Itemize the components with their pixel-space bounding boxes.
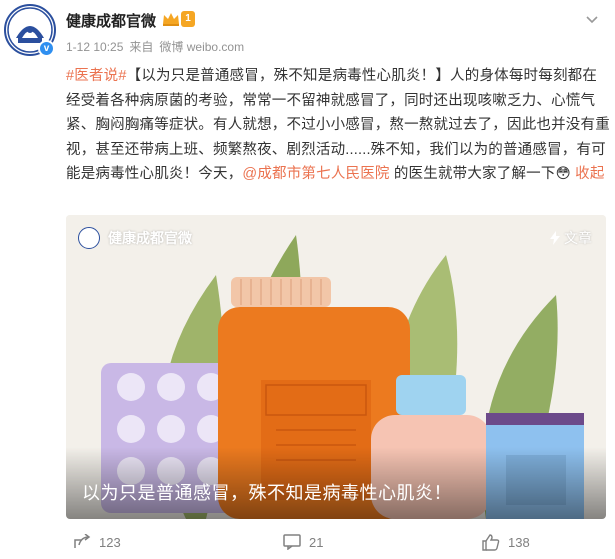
action-bar: 123 21 138: [0, 528, 615, 559]
like-button[interactable]: 138: [482, 534, 530, 551]
share-button[interactable]: 123: [73, 534, 121, 550]
post-text-part-1: 【以为只是普通感冒，殊不知是病毒性心肌炎！】人的身体每时每刻都在经受着各种病原菌…: [66, 68, 610, 182]
emoji-icon: 😳: [555, 166, 571, 182]
card-avatar: [78, 227, 100, 249]
post-meta: 1-12 10:25 来自 微博 weibo.com: [66, 38, 250, 55]
share-count: 123: [99, 534, 121, 550]
comment-count: 21: [309, 534, 324, 550]
article-title[interactable]: 以为只是普通感冒，殊不知是病毒性心肌炎！: [82, 479, 452, 505]
article-icon: [550, 231, 560, 245]
crown-icon: [163, 13, 179, 26]
mention-link[interactable]: @成都市第七人民医院: [242, 166, 389, 182]
collapse-link[interactable]: 收起: [575, 166, 604, 182]
post-body: #医者说#【以为只是普通感冒，殊不知是病毒性心肌炎！】人的身体每时每刻都在经受着…: [66, 64, 611, 187]
hashtag-link[interactable]: #医者说#: [66, 68, 127, 84]
post-date[interactable]: 1-12 10:25: [66, 40, 123, 54]
article-type-text: 文章: [564, 230, 592, 246]
verified-badge: v: [38, 40, 55, 57]
like-icon: [482, 534, 500, 551]
like-count: 138: [508, 535, 530, 550]
level-badge: 1: [181, 11, 195, 27]
comment-icon: [283, 534, 301, 550]
account-name[interactable]: 健康成都官微: [66, 10, 156, 31]
share-icon: [74, 534, 91, 548]
post-source: 微博 weibo.com: [159, 40, 245, 54]
comment-button[interactable]: 21: [283, 534, 323, 550]
card-author-name: 健康成都官微: [108, 230, 192, 246]
post-text-part-2: 的医生就带大家了解一下: [389, 166, 556, 182]
source-prefix: 来自: [129, 40, 154, 54]
article-type-label: 文章: [549, 228, 592, 248]
card-author: 健康成都官微: [78, 227, 192, 249]
article-card[interactable]: 健康成都官微 文章 以为只是普通感冒，殊不知是病毒性心肌炎！: [66, 215, 606, 519]
more-icon[interactable]: [585, 14, 599, 24]
